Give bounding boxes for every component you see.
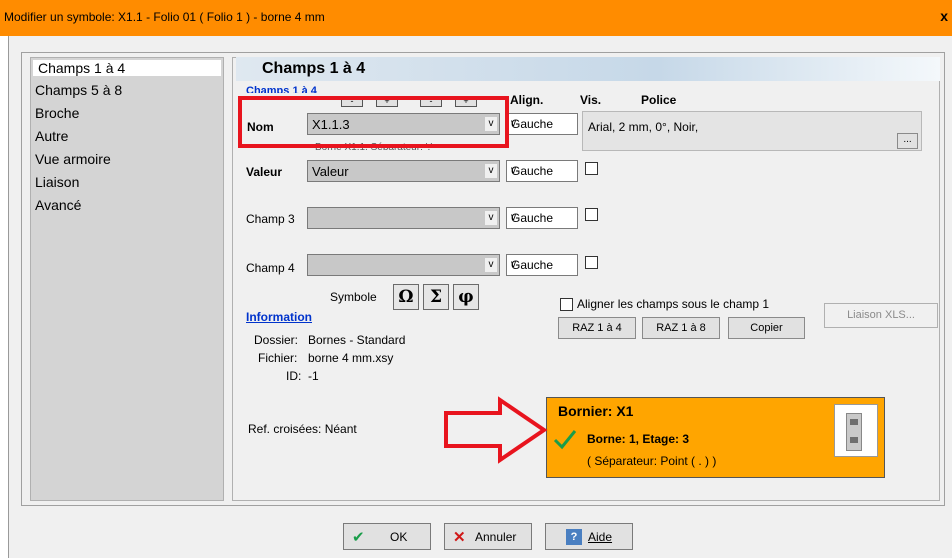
section-title: Champs 1 à 4: [246, 85, 317, 93]
label-valeur: Valeur: [246, 165, 283, 179]
chevron-down-icon: v: [511, 165, 516, 176]
align-all-label: Aligner les champs sous le champ 1: [577, 297, 770, 311]
police-box: Arial, 2 mm, 0°, Noir, ...: [582, 111, 922, 151]
align-select-champ4[interactable]: Gauche v: [506, 254, 578, 276]
cancel-button[interactable]: ✕ Annuler: [444, 523, 532, 550]
chevron-down-icon: v: [511, 259, 516, 270]
chevron-down-icon: v: [511, 212, 516, 223]
window-edge: [0, 36, 9, 558]
sigma-button[interactable]: Σ: [423, 284, 449, 310]
ok-button[interactable]: ✔ OK: [343, 523, 431, 550]
help-icon: ?: [566, 529, 582, 545]
champ3-combo[interactable]: v: [307, 207, 500, 229]
nav-item-autre[interactable]: Autre: [35, 128, 68, 144]
terminal-image: [834, 404, 878, 457]
label-champ-3: Champ 3: [246, 212, 295, 226]
copier-button[interactable]: Copier: [728, 317, 805, 339]
cancel-label: Annuler: [475, 530, 517, 544]
help-button[interactable]: ? Aide: [545, 523, 633, 550]
vis-checkbox-valeur[interactable]: [585, 162, 598, 175]
vis-checkbox-champ3[interactable]: [585, 208, 598, 221]
red-arrow: [444, 396, 548, 464]
window-title: Modifier un symbole: X1.1 - Folio 01 ( F…: [4, 10, 325, 24]
chevron-down-icon: v: [511, 118, 516, 129]
check-icon: [553, 430, 577, 450]
borne-etage: Borne: 1, Etage: 3: [587, 432, 690, 446]
nav-item-broche[interactable]: Broche: [35, 105, 79, 121]
panel-header: Champs 1 à 4: [236, 57, 940, 81]
align-select-nom[interactable]: Gauche v: [506, 113, 578, 135]
champ4-combo[interactable]: v: [307, 254, 500, 276]
id-label: ID:: [286, 369, 302, 383]
fichier-value: borne 4 mm.xsy: [308, 351, 394, 365]
vis-checkbox-champ4[interactable]: [585, 256, 598, 269]
police-button[interactable]: ...: [897, 133, 918, 149]
ref-croisees: Ref. croisées: Néant: [248, 422, 357, 436]
bornier-box: Bornier: X1 Borne: 1, Etage: 3 ( Séparat…: [546, 397, 885, 478]
phi-button[interactable]: φ: [453, 284, 479, 310]
dossier-value: Bornes - Standard: [308, 333, 406, 347]
check-icon: ✔: [352, 529, 365, 546]
header-vis: Vis.: [580, 93, 602, 107]
highlight-frame: [238, 96, 509, 148]
fichier-label: Fichier:: [258, 351, 298, 365]
close-icon: ✕: [453, 529, 466, 546]
close-icon[interactable]: x: [940, 8, 948, 24]
information-link[interactable]: Information: [246, 310, 312, 324]
chevron-down-icon: v: [485, 211, 497, 225]
valeur-value: Valeur: [312, 164, 349, 179]
label-champ-4: Champ 4: [246, 261, 295, 275]
align-select-valeur[interactable]: Gauche v: [506, 160, 578, 182]
header-police: Police: [641, 93, 677, 107]
align-select-champ3[interactable]: Gauche v: [506, 207, 578, 229]
ok-label: OK: [390, 530, 408, 544]
liaison-xls-button[interactable]: Liaison XLS...: [824, 303, 938, 328]
separateur-info: ( Séparateur: Point ( . ) ): [587, 454, 717, 468]
id-value: -1: [308, 369, 319, 383]
chevron-down-icon: v: [485, 258, 497, 272]
nav-item-champs-1-4[interactable]: Champs 1 à 4: [33, 60, 221, 76]
nav-item-vue-armoire[interactable]: Vue armoire: [35, 151, 111, 167]
valeur-combo[interactable]: Valeur v: [307, 160, 500, 182]
nav-item-avance[interactable]: Avancé: [35, 197, 81, 213]
header-align: Align.: [510, 93, 544, 107]
nav-list: Champs 1 à 4 Champs 5 à 8 Broche Autre V…: [30, 57, 224, 501]
omega-button[interactable]: Ω: [393, 284, 419, 310]
raz-1-8-button[interactable]: RAZ 1 à 8: [642, 317, 720, 339]
title-bar: Modifier un symbole: X1.1 - Folio 01 ( F…: [0, 0, 952, 36]
chevron-down-icon: v: [485, 164, 497, 178]
align-all-checkbox[interactable]: [560, 298, 573, 311]
bornier-title: Bornier: X1: [558, 403, 634, 419]
symbole-label: Symbole: [330, 290, 377, 304]
panel-title: Champs 1 à 4: [262, 60, 366, 77]
raz-1-4-button[interactable]: RAZ 1 à 4: [558, 317, 636, 339]
nav-item-liaison[interactable]: Liaison: [35, 174, 79, 190]
help-label: Aide: [588, 530, 613, 544]
police-value: Arial, 2 mm, 0°, Noir,: [588, 120, 699, 134]
dossier-label: Dossier:: [254, 333, 299, 347]
nav-item-champs-5-8[interactable]: Champs 5 à 8: [35, 82, 122, 98]
